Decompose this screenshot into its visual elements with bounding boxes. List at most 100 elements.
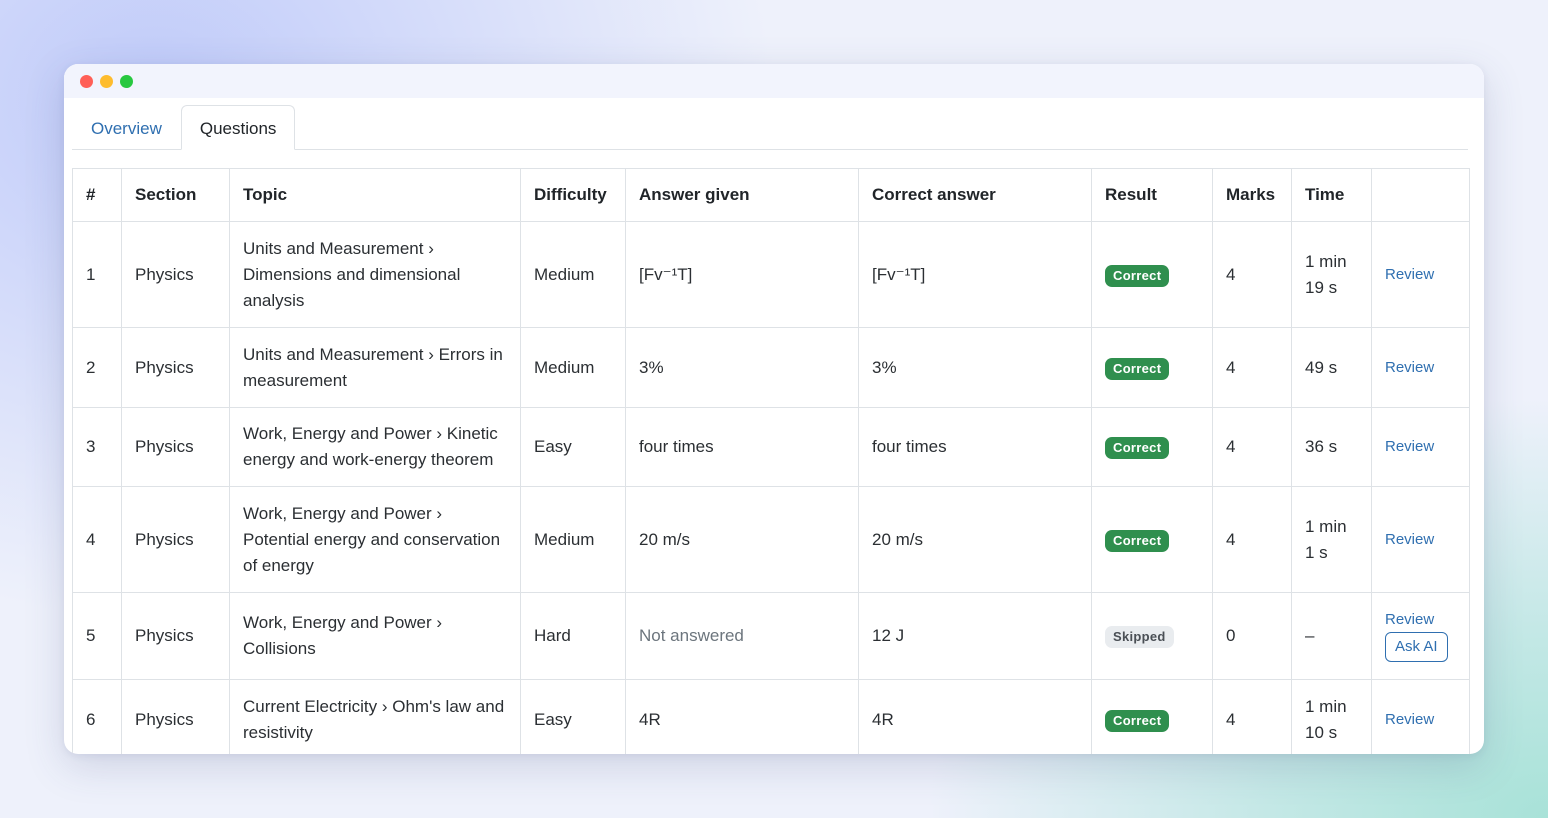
question-difficulty: Easy [520,407,626,487]
header-actions [1371,168,1470,222]
status-badge: Correct [1105,709,1170,732]
question-difficulty: Hard [520,592,626,680]
question-number: 2 [72,327,122,408]
header-number: # [72,168,122,222]
time-value: 1 min 19 s [1305,251,1347,297]
status-badge: Correct [1105,357,1170,380]
answer-given: 20 m/s [625,486,859,593]
answer-given: 4R [625,679,859,754]
tab-questions[interactable]: Questions [180,105,296,150]
answer-given: four times [625,407,859,487]
question-time: – [1291,592,1372,680]
question-topic: Work, Energy and Power › Potential energ… [229,486,521,593]
result-cell: Correct [1091,679,1213,754]
result-cell: Skipped [1091,592,1213,680]
table-header-row: # Section Topic Difficulty Answer given … [72,168,1470,222]
correct-answer: four times [858,407,1092,487]
question-section: Physics [121,679,230,754]
question-topic: Units and Measurement › Errors in measur… [229,327,521,408]
question-section: Physics [121,486,230,593]
question-marks: 4 [1212,327,1292,408]
maximize-window-button[interactable] [120,74,133,88]
header-marks: Marks [1212,168,1292,222]
question-topic: Units and Measurement › Dimensions and d… [229,221,521,328]
header-difficulty: Difficulty [520,168,626,222]
correct-answer: 3% [858,327,1092,408]
question-marks: 4 [1212,407,1292,487]
tab-overview[interactable]: Overview [72,105,181,150]
header-time: Time [1291,168,1372,222]
review-link[interactable]: Review [1385,530,1456,550]
table-row: 6 Physics Current Electricity › Ohm's la… [72,679,1470,754]
answer-given: 3% [625,327,859,408]
answer-given: [Fv⁻¹T] [625,221,859,328]
answer-given: Not answered [625,592,859,680]
question-time: 1 min 10 s [1291,679,1372,754]
question-section: Physics [121,407,230,487]
question-section: Physics [121,327,230,408]
question-time: 36 s [1291,407,1372,487]
actions-cell: Review [1371,221,1470,328]
actions-cell: Review [1371,327,1470,408]
table-row: 4 Physics Work, Energy and Power › Poten… [72,486,1470,593]
question-difficulty: Medium [520,486,626,593]
time-value: 1 min 10 s [1305,696,1347,742]
review-link[interactable]: Review [1385,265,1456,285]
correct-answer: 4R [858,679,1092,754]
title-bar [64,64,1484,98]
question-topic: Work, Energy and Power › Collisions [229,592,521,680]
question-marks: 0 [1212,592,1292,680]
question-number: 1 [72,221,122,328]
question-time: 49 s [1291,327,1372,408]
question-section: Physics [121,221,230,328]
question-section: Physics [121,592,230,680]
app-window: Overview Questions # Section Topic Diffi… [64,64,1484,754]
question-difficulty: Medium [520,221,626,328]
question-topic: Current Electricity › Ohm's law and resi… [229,679,521,754]
header-topic: Topic [229,168,521,222]
question-difficulty: Medium [520,327,626,408]
actions-cell: Review [1371,679,1470,754]
question-difficulty: Easy [520,679,626,754]
status-badge: Correct [1105,264,1170,287]
question-time: 1 min 1 s [1291,486,1372,593]
table-row: 3 Physics Work, Energy and Power › Kinet… [72,407,1470,487]
questions-table: # Section Topic Difficulty Answer given … [72,168,1470,754]
header-section: Section [121,168,230,222]
correct-answer: [Fv⁻¹T] [858,221,1092,328]
actions-cell: Review Ask AI [1371,592,1470,680]
status-badge: Correct [1105,437,1170,459]
minimize-window-button[interactable] [100,74,113,88]
review-link[interactable]: Review [1385,710,1456,730]
correct-answer: 12 J [858,592,1092,680]
review-link[interactable]: Review [1385,358,1456,378]
tab-bar: Overview Questions [72,105,1468,150]
ask-ai-button[interactable]: Ask AI [1385,632,1448,662]
table-row: 2 Physics Units and Measurement › Errors… [72,327,1470,408]
table-row: 5 Physics Work, Energy and Power › Colli… [72,592,1470,680]
review-link[interactable]: Review [1385,610,1456,630]
question-marks: 4 [1212,486,1292,593]
time-value: 1 min 1 s [1305,516,1347,562]
status-badge: Skipped [1105,626,1174,648]
actions-cell: Review [1371,486,1470,593]
header-answer-given: Answer given [625,168,859,222]
status-badge: Correct [1105,529,1170,552]
header-result: Result [1091,168,1213,222]
question-number: 6 [72,679,122,754]
review-link[interactable]: Review [1385,437,1456,457]
close-window-button[interactable] [80,74,93,88]
question-number: 3 [72,407,122,487]
question-number: 5 [72,592,122,680]
question-marks: 4 [1212,679,1292,754]
result-cell: Correct [1091,221,1213,328]
question-time: 1 min 19 s [1291,221,1372,328]
correct-answer: 20 m/s [858,486,1092,593]
result-cell: Correct [1091,407,1213,487]
question-topic: Work, Energy and Power › Kinetic energy … [229,407,521,487]
table-row: 1 Physics Units and Measurement › Dimens… [72,221,1470,328]
question-marks: 4 [1212,221,1292,328]
result-cell: Correct [1091,486,1213,593]
question-number: 4 [72,486,122,593]
header-correct-answer: Correct answer [858,168,1092,222]
